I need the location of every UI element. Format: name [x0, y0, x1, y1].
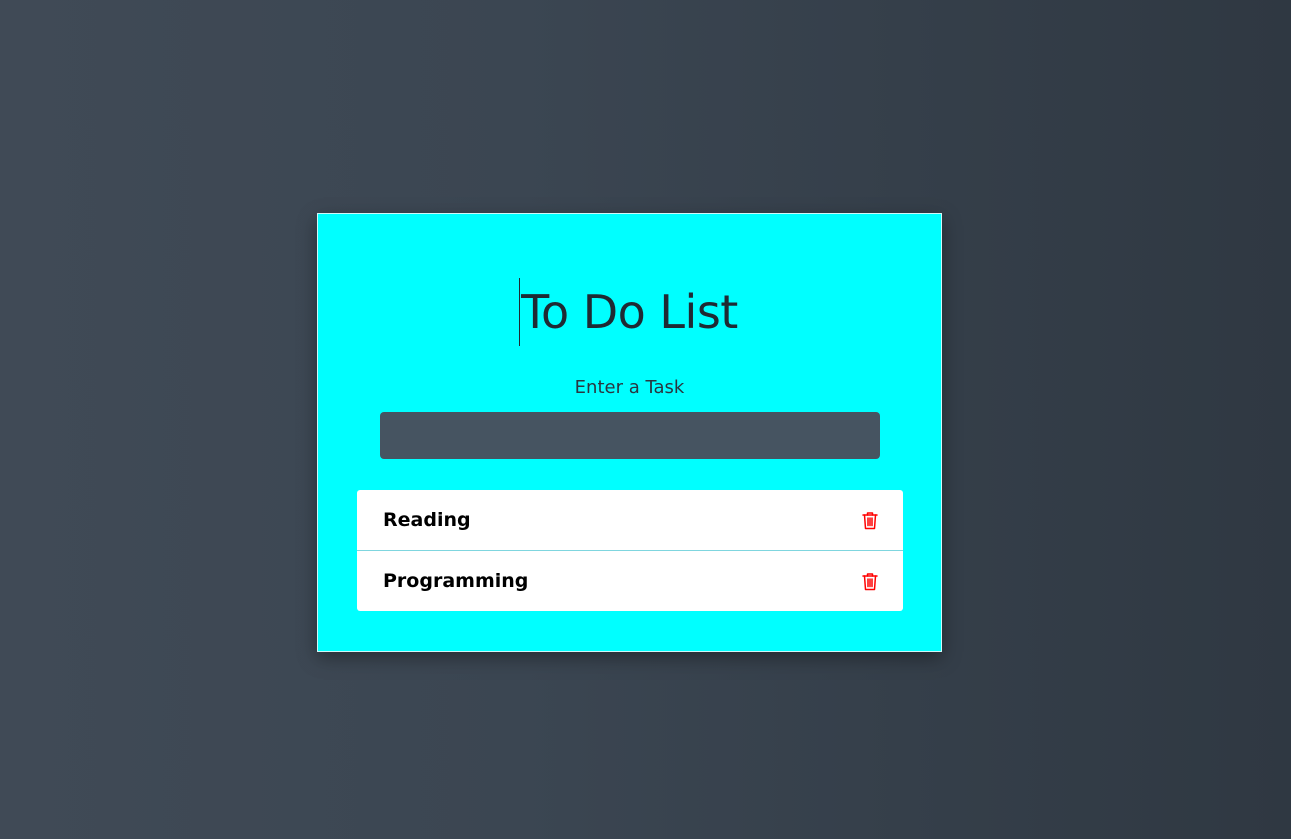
page-title: To Do List [519, 278, 738, 346]
list-item: Programming [357, 550, 903, 611]
task-input-label: Enter a Task [574, 377, 685, 398]
task-text: Programming [383, 570, 529, 592]
input-label-container: Enter a Task [318, 377, 941, 398]
trash-icon[interactable] [861, 571, 879, 591]
text-caret [519, 278, 521, 346]
title-container: To Do List [318, 278, 941, 346]
task-input[interactable] [380, 412, 880, 459]
todo-card: To Do List Enter a Task Reading Programm… [317, 213, 942, 652]
task-list: Reading Programming [357, 490, 903, 611]
page-title-text: To Do List [521, 285, 738, 339]
task-text: Reading [383, 509, 471, 531]
list-item: Reading [357, 490, 903, 550]
trash-icon[interactable] [861, 510, 879, 530]
